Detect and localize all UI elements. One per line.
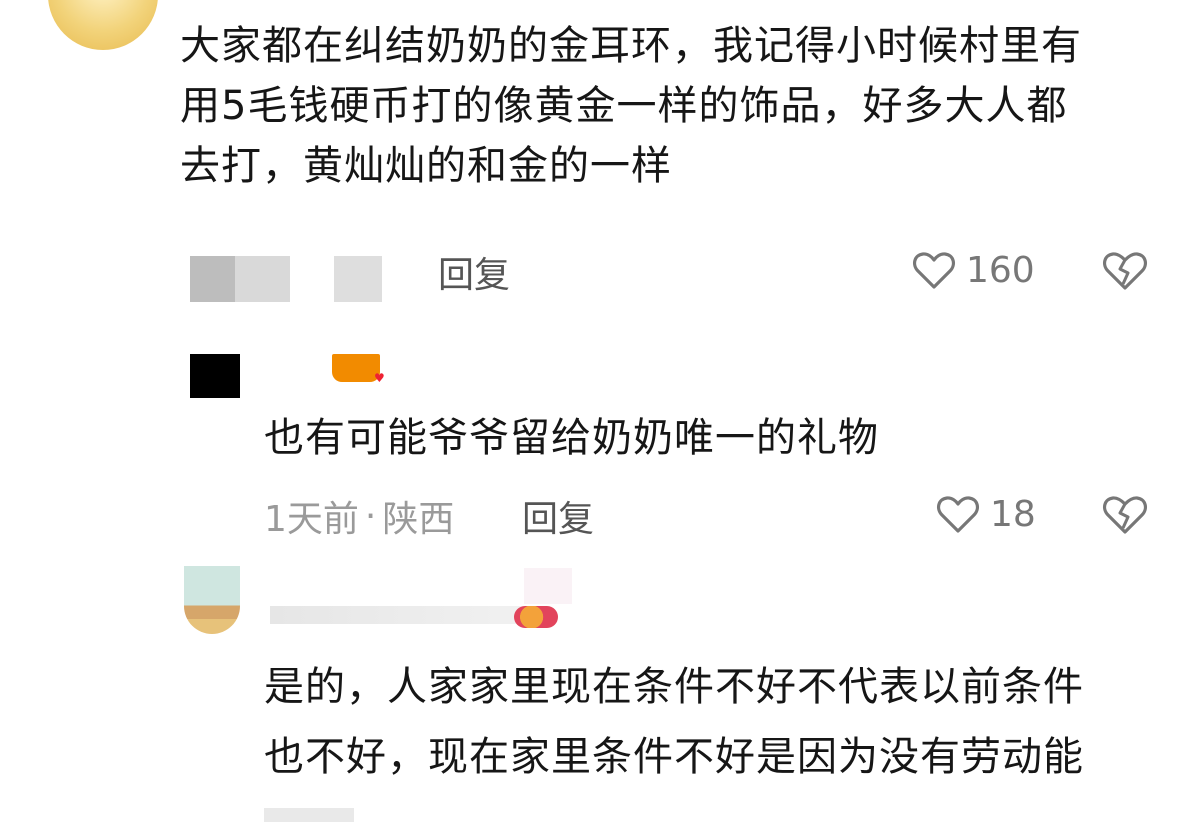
- location: 陕西: [382, 499, 455, 540]
- avatar[interactable]: [190, 354, 240, 398]
- blurred-username: [332, 354, 380, 382]
- like-button[interactable]: 18: [934, 490, 1036, 538]
- separator: ·: [364, 495, 377, 537]
- blurred-badge: [524, 568, 572, 604]
- heart-outline-icon: [934, 490, 982, 538]
- cut-off-text: [264, 808, 354, 822]
- heart-badge-icon: ♥: [374, 371, 385, 385]
- avatar[interactable]: [48, 0, 158, 50]
- reply-text: 也有可能爷爷留给奶奶唯一的礼物: [264, 415, 879, 461]
- like-count: 18: [990, 493, 1036, 535]
- comment-text-line: 用5毛钱硬币打的像黄金一样的饰品，好多大人都: [180, 83, 1068, 129]
- like-count: 160: [966, 249, 1035, 291]
- blurred-username: [270, 606, 550, 624]
- comment-meta: 1天前 · 陕西: [264, 490, 454, 542]
- comment-1: 大家都在纠结奶奶的金耳环，我记得小时候村里有 用5毛钱硬币打的像黄金一样的饰品，…: [180, 16, 1170, 196]
- comment-text-line: 也不好，现在家里条件不好是因为没有劳动能: [264, 734, 1084, 780]
- broken-heart-icon[interactable]: [1100, 490, 1150, 538]
- comment-text-line: 去打，黄灿灿的和金的一样: [180, 143, 672, 189]
- reply-button[interactable]: 回复: [438, 246, 510, 298]
- blurred-meta: [190, 256, 290, 302]
- reply-text: 是的，人家家里现在条件不好不代表以前条件 也不好，现在家里条件不好是因为没有劳动…: [264, 652, 1184, 792]
- like-button[interactable]: 160: [910, 246, 1035, 294]
- comment-text-line: 大家都在纠结奶奶的金耳环，我记得小时候村里有: [180, 23, 1082, 69]
- emoji-icon: [514, 606, 558, 628]
- broken-heart-icon[interactable]: [1100, 246, 1150, 294]
- avatar[interactable]: [184, 566, 240, 634]
- reply-button[interactable]: 回复: [522, 490, 594, 542]
- comment-text-line: 是的，人家家里现在条件不好不代表以前条件: [264, 664, 1084, 710]
- timestamp: 1天前: [264, 499, 359, 540]
- blurred-meta: [334, 256, 382, 302]
- heart-outline-icon: [910, 246, 958, 294]
